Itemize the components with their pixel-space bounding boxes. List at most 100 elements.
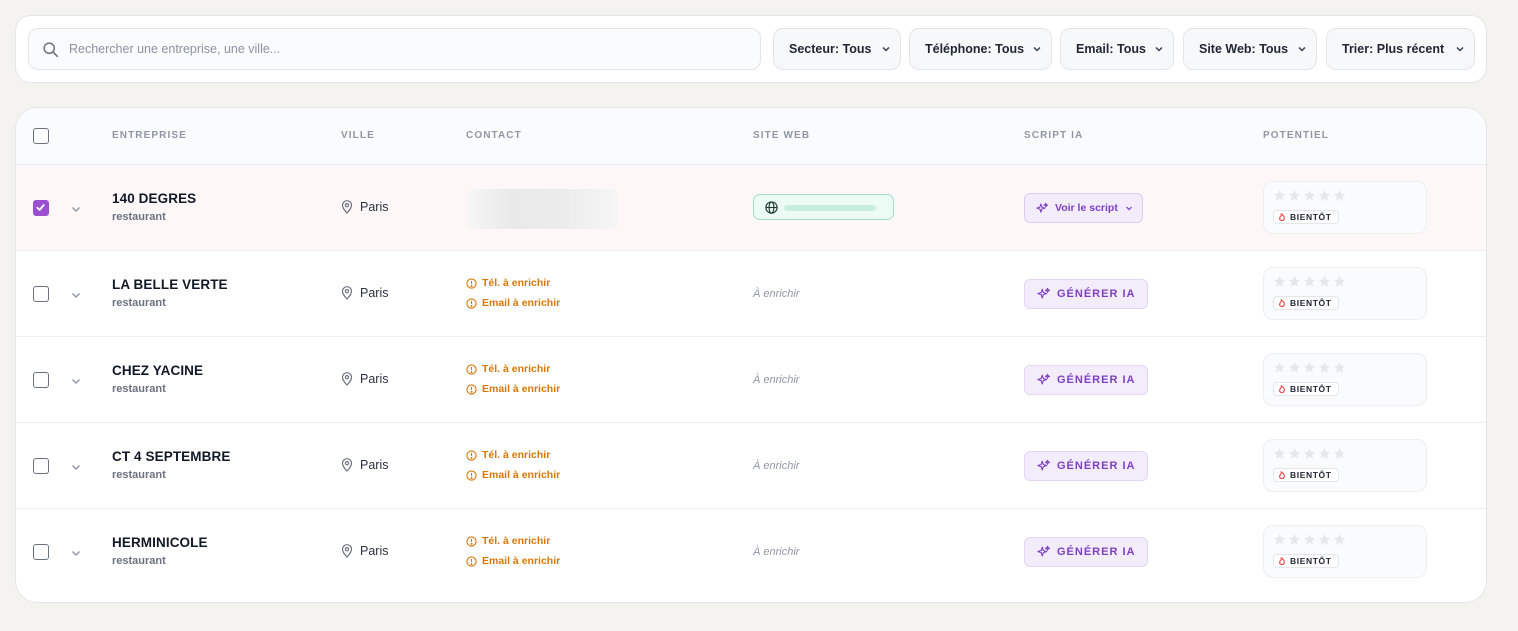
alert-circle-icon [466,555,477,567]
alert-circle-icon [466,535,477,547]
generer-ia-button[interactable]: GÉNÉRER IA [1024,537,1148,567]
filter-email[interactable]: Email: Tous [1060,28,1174,70]
bientot-label: BIENTÔT [1290,212,1332,222]
table-row[interactable]: CHEZ YACINE restaurant Paris Tél. à enri… [16,337,1486,423]
star-icon [1273,361,1286,373]
table-row[interactable]: CT 4 SEPTEMBRE restaurant Paris Tél. à e… [16,423,1486,509]
filter-secteur-label: Secteur: Tous [789,42,872,56]
star-icon [1273,189,1286,201]
potential-rating: BIENTÔT [1263,267,1427,320]
bientot-label: BIENTÔT [1290,556,1332,566]
chevron-down-icon [1033,46,1041,52]
company-city-label: Paris [360,458,389,472]
company-name[interactable]: CHEZ YACINE [112,363,203,378]
company-name[interactable]: LA BELLE VERTE [112,277,228,292]
site-web-missing: À enrichir [753,546,800,558]
chevron-down-icon[interactable] [70,289,82,301]
sparkles-icon [1037,373,1051,385]
tel-missing-label: Tél. à enrichir [482,363,551,375]
tel-missing-label: Tél. à enrichir [482,277,551,289]
site-web-blurred [784,205,876,211]
filter-telephone-label: Téléphone: Tous [925,42,1025,56]
table-row[interactable]: HERMINICOLE restaurant Paris Tél. à enri… [16,509,1486,595]
chevron-down-icon[interactable] [70,375,82,387]
alert-circle-icon [466,449,477,461]
site-web-missing: À enrichir [753,374,800,386]
generer-ia-button[interactable]: GÉNÉRER IA [1024,279,1148,309]
tel-missing: Tél. à enrichir [466,277,550,289]
alert-circle-icon [466,469,477,481]
email-missing-label: Email à enrichir [482,297,561,309]
star-icon [1333,275,1346,287]
company-city: Paris [341,286,388,300]
flame-icon [1279,557,1285,565]
generer-ia-button[interactable]: GÉNÉRER IA [1024,451,1148,481]
sparkles-icon [1037,287,1051,299]
tel-missing-label: Tél. à enrichir [482,449,551,461]
site-web-missing: À enrichir [753,460,800,472]
sort-dropdown[interactable]: Trier: Plus récent [1326,28,1475,70]
company-city-label: Paris [360,544,389,558]
star-icon [1273,533,1286,545]
table-row[interactable]: 140 DEGRES restaurant Paris Voir le scri… [16,165,1486,251]
row-checkbox[interactable] [33,544,49,560]
company-name[interactable]: 140 DEGRES [112,191,196,206]
table-row[interactable]: LA BELLE VERTE restaurant Paris Tél. à e… [16,251,1486,337]
tel-missing: Tél. à enrichir [466,363,550,375]
company-name[interactable]: CT 4 SEPTEMBRE [112,449,230,464]
map-pin-icon [341,372,353,386]
tel-missing-label: Tél. à enrichir [482,535,551,547]
company-name[interactable]: HERMINICOLE [112,535,208,550]
chevron-down-icon[interactable] [70,547,82,559]
header-entreprise[interactable]: ENTREPRISE [112,130,187,141]
contact-blurred [466,189,618,229]
company-city: Paris [341,372,388,386]
search-icon [43,41,59,57]
email-missing-label: Email à enrichir [482,555,561,567]
tel-missing: Tél. à enrichir [466,535,550,547]
voir-script-button[interactable]: Voir le script [1024,193,1143,223]
row-checkbox[interactable] [33,200,49,216]
site-web-link[interactable] [753,194,894,220]
leads-table: ENTREPRISE VILLE CONTACT SITE WEB SCRIPT… [15,107,1487,603]
row-checkbox[interactable] [33,286,49,302]
map-pin-icon [341,286,353,300]
email-missing: Email à enrichir [466,555,560,567]
alert-circle-icon [466,383,477,395]
generer-ia-label: GÉNÉRER IA [1057,288,1136,300]
header-ville[interactable]: VILLE [341,130,375,141]
header-script-ia: SCRIPT IA [1024,130,1084,141]
chevron-down-icon [1456,46,1464,52]
filter-secteur[interactable]: Secteur: Tous [773,28,901,70]
select-all-checkbox[interactable] [33,128,49,144]
chevron-down-icon[interactable] [70,203,82,215]
company-city: Paris [341,200,388,214]
alert-circle-icon [466,297,477,309]
star-icon [1288,189,1301,201]
filter-telephone[interactable]: Téléphone: Tous [909,28,1052,70]
star-icon [1303,361,1316,373]
email-missing-label: Email à enrichir [482,383,561,395]
email-missing: Email à enrichir [466,469,560,481]
header-contact: CONTACT [466,130,522,141]
star-rating [1273,275,1348,288]
filter-site-web[interactable]: Site Web: Tous [1183,28,1317,70]
chevron-down-icon [1155,46,1163,52]
generer-ia-button[interactable]: GÉNÉRER IA [1024,365,1148,395]
star-rating [1273,533,1348,546]
bientot-label: BIENTÔT [1290,298,1332,308]
chevron-down-icon[interactable] [70,461,82,473]
potential-rating: BIENTÔT [1263,525,1427,578]
star-icon [1273,275,1286,287]
search-input[interactable] [69,42,709,56]
search-box[interactable] [28,28,761,70]
bientot-badge: BIENTÔT [1273,210,1339,224]
chevron-down-icon [1298,46,1306,52]
company-city-label: Paris [360,372,389,386]
row-checkbox[interactable] [33,458,49,474]
row-checkbox[interactable] [33,372,49,388]
star-icon [1303,189,1316,201]
sparkles-icon [1037,545,1051,557]
flame-icon [1279,385,1285,393]
star-icon [1318,361,1331,373]
